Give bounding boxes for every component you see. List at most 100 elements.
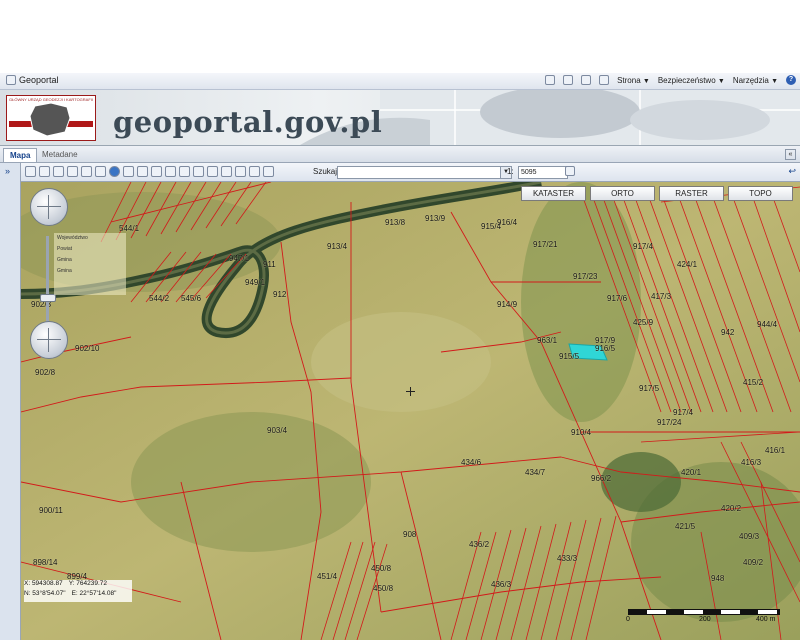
back-icon[interactable] xyxy=(25,166,36,177)
browser-tab-title: Geoportal xyxy=(19,75,59,85)
left-panel-strip: » xyxy=(0,163,21,640)
layer-raster-button[interactable]: RASTER xyxy=(659,186,724,201)
parcel-label: 916/5 xyxy=(595,344,616,353)
full-extent-icon[interactable] xyxy=(95,166,106,177)
zoom-control[interactable] xyxy=(30,321,68,359)
menu-safety[interactable]: Bezpieczeństwo ▼ xyxy=(658,76,725,85)
zoom-slider[interactable] xyxy=(46,236,49,326)
zoom-out-icon[interactable] xyxy=(67,166,78,177)
info-commune: Gmina xyxy=(57,257,72,263)
scale-start: 0 xyxy=(626,616,630,623)
expand-panel-button[interactable]: » xyxy=(5,166,10,176)
parcel-label: 916/4 xyxy=(497,218,518,227)
draw-icon[interactable] xyxy=(263,166,274,177)
parcel-label: 917/5 xyxy=(639,384,660,393)
zoom-to-scale-icon[interactable] xyxy=(565,166,575,176)
browser-tab[interactable]: Geoportal xyxy=(6,75,59,85)
tab-metadata[interactable]: Metadane xyxy=(36,148,84,161)
parcel-label: 963/1 xyxy=(537,336,558,345)
edit-icon[interactable] xyxy=(193,166,204,177)
parcel-label: 902/8 xyxy=(35,368,56,377)
search-input[interactable] xyxy=(337,166,503,179)
zoom-cross-v xyxy=(48,328,49,352)
layer-kataster-button[interactable]: KATASTER xyxy=(521,186,586,201)
print-icon[interactable] xyxy=(599,75,610,85)
gugik-logo[interactable]: GŁÓWNY URZĄD GEODEZJI I KARTOGRAFII xyxy=(6,95,96,141)
parcel-label: 416/1 xyxy=(765,446,786,455)
admin-info-panel: Województwo Powiat Gmina Gmina xyxy=(54,233,126,295)
save-icon[interactable] xyxy=(249,166,260,177)
search-icon[interactable] xyxy=(221,166,232,177)
chevron-down-icon: ▼ xyxy=(642,77,650,85)
parcel-label: 898/14 xyxy=(33,558,58,567)
feeds-icon[interactable] xyxy=(563,75,574,85)
search-label: Szukaj: xyxy=(313,167,340,176)
browser-tools: Strona ▼ Bezpieczeństwo ▼ Narzędzia ▼ ? xyxy=(545,75,796,85)
page-icon xyxy=(6,75,16,85)
zoom-in-icon[interactable] xyxy=(53,166,64,177)
parcel-label: 908 xyxy=(403,530,417,539)
return-button[interactable]: ↩ xyxy=(788,166,796,177)
help-button[interactable]: ? xyxy=(786,75,796,85)
parcel-label: 917/4 xyxy=(673,408,694,417)
coordinate-readout: X: 594308.87 Y: 764239.72 N: 53°8'54.07" E… xyxy=(24,580,132,602)
pan-icon[interactable] xyxy=(165,166,176,177)
pan-cross-h xyxy=(37,206,61,207)
chevron-down-icon: ▼ xyxy=(771,77,778,85)
parcel-label: 917/23 xyxy=(573,272,598,281)
tab-map[interactable]: Mapa xyxy=(3,148,38,162)
parcel-label: 910/4 xyxy=(571,428,592,437)
info-district: Powiat xyxy=(57,246,73,252)
parcel-label: 900/11 xyxy=(39,506,63,515)
parcel-label: 417/3 xyxy=(651,292,672,301)
cursor-crosshair-icon xyxy=(406,387,415,396)
print-map-icon[interactable] xyxy=(235,166,246,177)
forward-icon[interactable] xyxy=(39,166,50,177)
coord-lon: E: 22°57'14.08" xyxy=(71,590,117,597)
chevron-down-icon: ▼ xyxy=(717,77,725,85)
scale-input[interactable]: 5095 xyxy=(518,166,568,179)
parcel-label: 451/4 xyxy=(317,572,338,581)
parcel-label: 913/8 xyxy=(385,218,406,227)
collapse-button[interactable]: « xyxy=(785,149,796,160)
parcel-label: 944/4 xyxy=(757,320,778,329)
parcel-label: 914/9 xyxy=(497,300,518,309)
parcel-label: 421/5 xyxy=(675,522,696,531)
zoom-slider-handle[interactable] xyxy=(40,294,56,302)
poland-map-icon xyxy=(9,102,93,137)
clear-icon[interactable] xyxy=(151,166,162,177)
parcel-label: 450/8 xyxy=(373,584,394,593)
toolbar-icons xyxy=(25,166,274,177)
parcel-label: 420/1 xyxy=(681,468,702,477)
parcel-label: 966/2 xyxy=(591,474,612,483)
info-commune-2: Gmina xyxy=(57,268,72,274)
parcel-label: 915/5 xyxy=(559,352,580,361)
scale-mid: 200 xyxy=(699,616,711,623)
globe-icon[interactable] xyxy=(109,166,120,177)
home-icon[interactable] xyxy=(545,75,556,85)
info-icon[interactable] xyxy=(179,166,190,177)
menu-page[interactable]: Strona ▼ xyxy=(617,76,650,85)
parcel-label: 436/2 xyxy=(469,540,490,549)
measure-line-icon[interactable] xyxy=(123,166,134,177)
parcel-label: 903/4 xyxy=(267,426,288,435)
layer-topo-button[interactable]: TOPO xyxy=(728,186,793,201)
scale-prefix: 1: xyxy=(507,167,514,176)
parcel-label: 425/9 xyxy=(633,318,654,327)
parcel-label: 424/1 xyxy=(677,260,698,269)
parcel-label: 913/9 xyxy=(425,214,446,223)
parcel-label: 434/6 xyxy=(461,458,482,467)
pan-control[interactable] xyxy=(30,188,68,226)
parcel-label: 434/7 xyxy=(525,468,546,477)
link-icon[interactable] xyxy=(207,166,218,177)
read-mail-icon[interactable] xyxy=(581,75,592,85)
menu-tools[interactable]: Narzędzia ▼ xyxy=(733,76,778,85)
layer-orto-button[interactable]: ORTO xyxy=(590,186,655,201)
parcel-label: 409/3 xyxy=(739,532,760,541)
parcel-label: 544/1 xyxy=(119,224,140,233)
measure-area-icon[interactable] xyxy=(137,166,148,177)
map-toolbar: Szukaj: ▼ 1: 5095 ↩ xyxy=(21,163,800,182)
map-view[interactable]: 913/8 913/9 913/4 915/4 916/4 917/21 917/23 917… xyxy=(21,182,800,640)
zoom-box-icon[interactable] xyxy=(81,166,92,177)
parcel-label: 917/21 xyxy=(533,240,558,249)
